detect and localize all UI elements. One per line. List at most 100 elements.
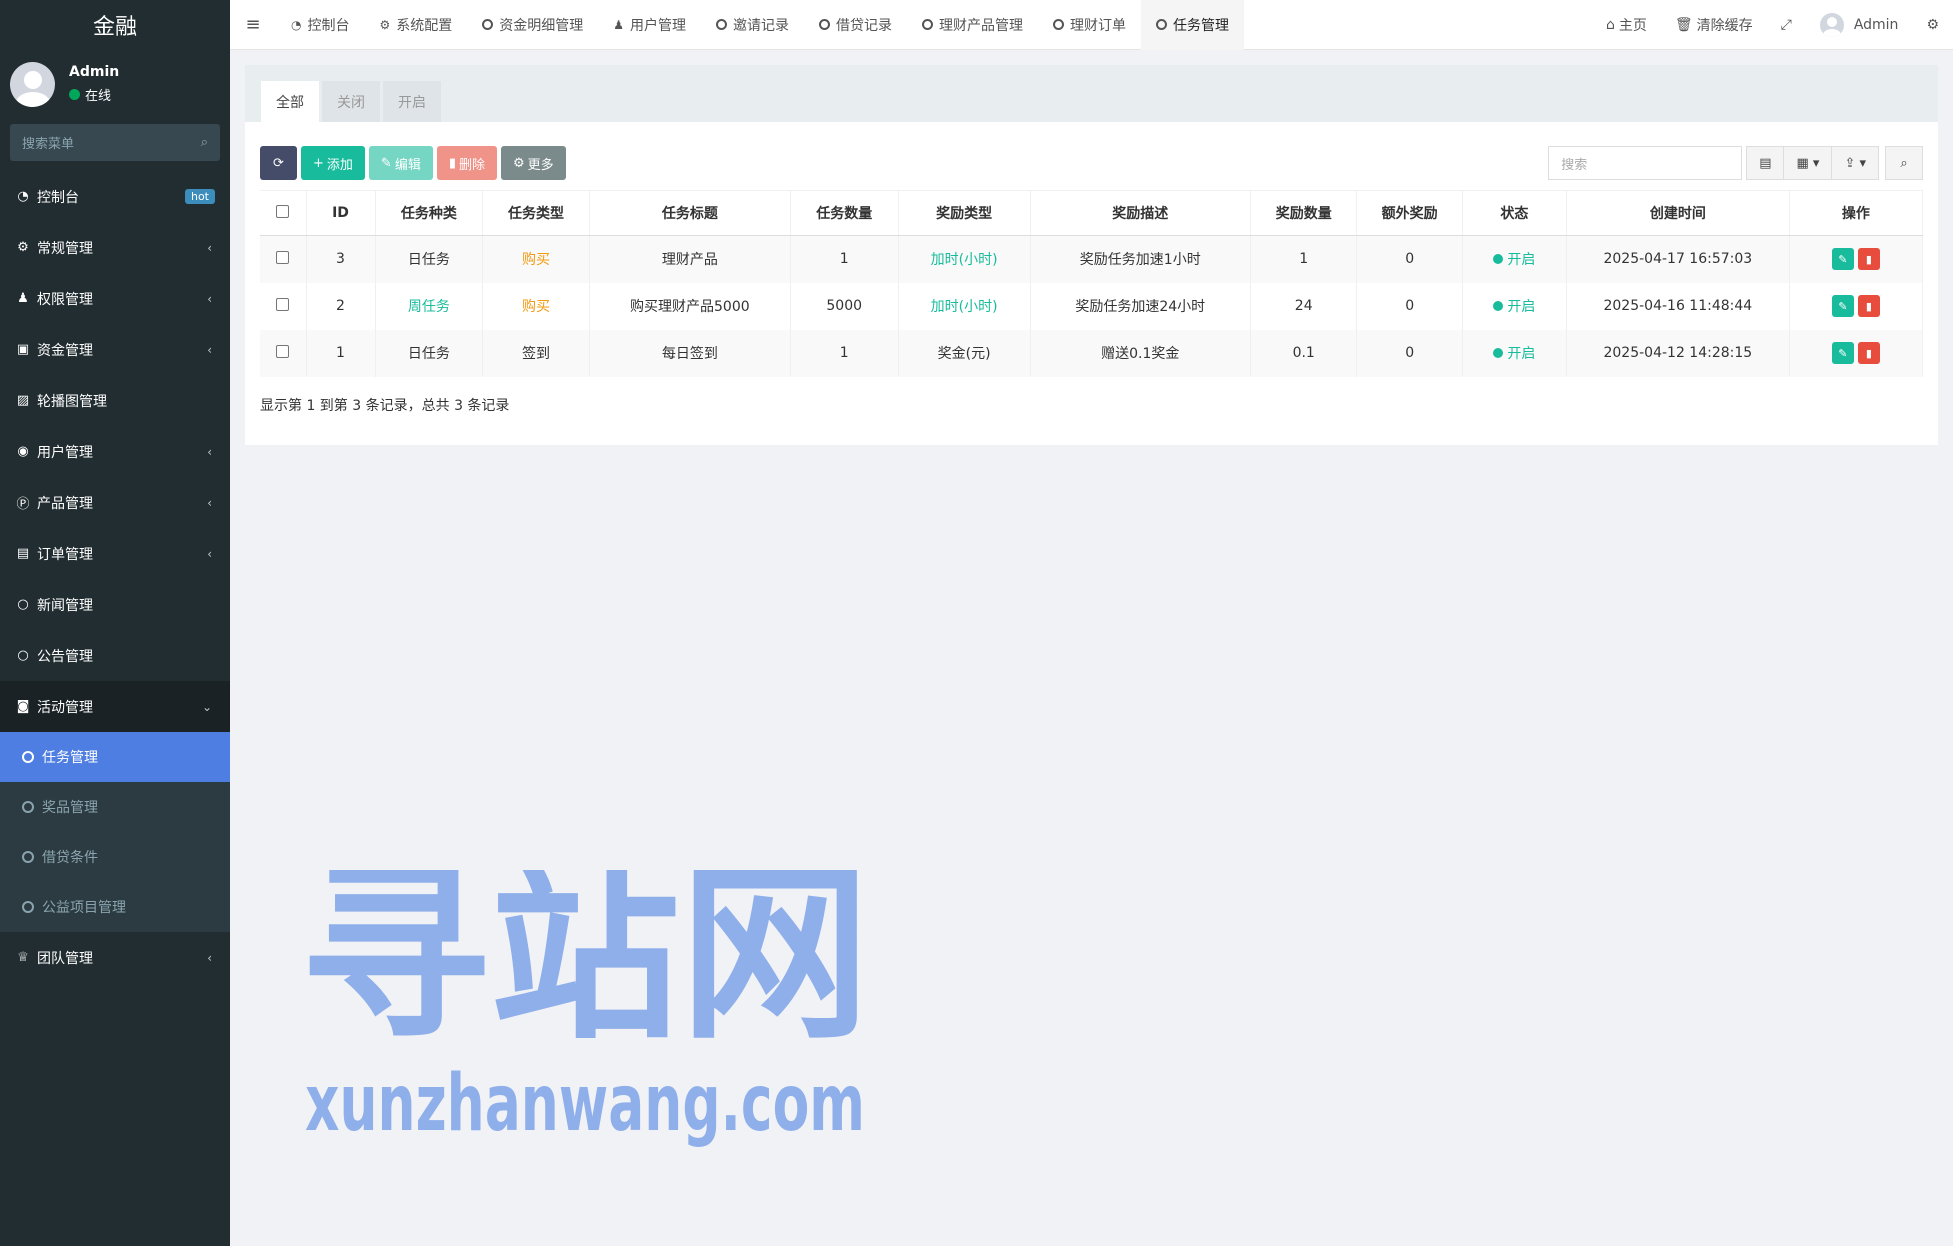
row-checkbox[interactable] — [260, 282, 307, 330]
sidebar-item-banner[interactable]: ▨ 轮播图管理 — [0, 375, 230, 426]
sidebar-item-general[interactable]: ⚙ 常规管理 ‹ — [0, 222, 230, 273]
cell-actions: ✎ ▮ — [1789, 282, 1924, 330]
sidebar-item-team[interactable]: ♕ 团队管理 ‹ — [0, 932, 230, 983]
cell-created: 2025-04-17 16:57:03 — [1566, 235, 1790, 283]
tab-all[interactable]: 全部 — [261, 81, 319, 122]
delete-button[interactable]: ▮ 删除 — [436, 146, 498, 180]
tab-dashboard[interactable]: ◔ 控制台 — [276, 0, 364, 50]
export-button[interactable]: ⇪ ▾ — [1831, 146, 1879, 180]
play-circle-icon: ◙ — [16, 699, 30, 714]
columns-button[interactable]: ▦ ▾ — [1783, 146, 1833, 180]
delete-row-button[interactable]: ▮ — [1857, 248, 1880, 271]
clear-cache-button[interactable]: 🗑 清除缓存 — [1661, 15, 1767, 35]
tab-users[interactable]: ♟ 用户管理 — [598, 0, 701, 50]
checkbox[interactable] — [276, 344, 290, 358]
circle-icon — [1053, 19, 1065, 30]
cell-kind: 日任务 — [375, 235, 484, 283]
table-search-input[interactable]: 搜索 — [1548, 146, 1743, 180]
col-reward-desc[interactable]: 奖励描述 — [1030, 190, 1251, 236]
col-status[interactable]: 状态 — [1462, 190, 1567, 236]
delete-row-button[interactable]: ▮ — [1857, 295, 1880, 317]
sidebar-item-activity[interactable]: ◙ 活动管理 ⌄ — [0, 681, 230, 732]
row-checkbox[interactable] — [260, 329, 307, 377]
edit-button[interactable]: ✎ 编辑 — [368, 146, 433, 180]
status-badge[interactable]: 开启 — [1493, 296, 1535, 316]
tab-wealth-products[interactable]: 理财产品管理 — [907, 0, 1038, 50]
fullscreen-icon[interactable]: ⤢ — [1767, 17, 1806, 33]
cell-status[interactable]: 开启 — [1462, 329, 1567, 377]
tab-fund-details[interactable]: 资金明细管理 — [467, 0, 598, 50]
col-title[interactable]: 任务标题 — [589, 190, 791, 236]
col-id[interactable]: ID — [306, 190, 376, 236]
cell-extra: 0 — [1356, 282, 1463, 330]
edit-row-button[interactable]: ✎ — [1831, 342, 1854, 364]
sidebar-subitem-prizes[interactable]: 奖品管理 — [0, 782, 230, 832]
col-extra[interactable]: 额外奖励 — [1356, 190, 1463, 236]
cell-created: 2025-04-12 14:28:15 — [1566, 329, 1790, 377]
delete-row-button[interactable]: ▮ — [1857, 342, 1880, 364]
menu-toggle-icon[interactable]: ≡ — [230, 14, 276, 35]
top-navbar: ≡ ◔ 控制台 ⚙ 系统配置 资金明细管理 ♟ 用户管理 邀请记录 借贷记录 理财产品… — [230, 0, 1953, 50]
edit-row-button[interactable]: ✎ — [1831, 248, 1854, 271]
tab-wealth-orders[interactable]: 理财订单 — [1038, 0, 1141, 50]
add-button[interactable]: + 添加 — [301, 146, 365, 180]
toggle-view-button[interactable]: ▤ — [1746, 146, 1785, 180]
select-all-checkbox[interactable] — [260, 190, 307, 236]
cell-title: 理财产品 — [589, 235, 791, 283]
col-created[interactable]: 创建时间 — [1566, 190, 1790, 236]
table-row[interactable]: 3 日任务 购买 理财产品 1 加时(小时) 奖励任务加速1小时 1 0 开启 … — [260, 235, 1924, 283]
sidebar-item-products[interactable]: Ⓟ 产品管理 ‹ — [0, 477, 230, 528]
sidebar-subitem-loan-conditions[interactable]: 借贷条件 — [0, 832, 230, 882]
trophy-icon: ♕ — [17, 950, 29, 965]
col-reward-count[interactable]: 奖励数量 — [1250, 190, 1358, 236]
user-icon: ♟ — [613, 17, 625, 32]
tab-tasks[interactable]: 任务管理 — [1141, 0, 1245, 50]
sidebar-item-dashboard[interactable]: ◔ 控制台 hot — [0, 171, 230, 222]
table-row[interactable]: 2 周任务 购买 购买理财产品5000 5000 加时(小时) 奖励任务加速24… — [260, 282, 1924, 330]
col-reward-type[interactable]: 奖励类型 — [898, 190, 1031, 236]
sidebar-item-label: 新闻管理 — [37, 597, 93, 614]
tab-open[interactable]: 开启 — [383, 81, 441, 122]
col-kind[interactable]: 任务种类 — [375, 190, 484, 236]
more-label: 更多 — [527, 157, 554, 173]
search-icon[interactable]: ⌕ — [201, 135, 208, 150]
admin-menu[interactable]: Admin — [1806, 12, 1913, 37]
plus-icon: + — [313, 155, 324, 171]
sidebar-subitem-tasks[interactable]: 任务管理 — [0, 732, 230, 782]
sidebar-item-label: 轮播图管理 — [37, 393, 107, 410]
status-badge[interactable]: 开启 — [1493, 249, 1535, 269]
tab-loans[interactable]: 借贷记录 — [804, 0, 907, 50]
user-name: Admin — [69, 64, 120, 80]
tab-system-config[interactable]: ⚙ 系统配置 — [364, 0, 467, 50]
brand-logo[interactable]: 金融 — [0, 0, 230, 50]
table-row[interactable]: 1 日任务 签到 每日签到 1 奖金(元) 赠送0.1奖金 0.1 0 开启 2… — [260, 329, 1924, 377]
more-button[interactable]: ⚙ 更多 — [501, 146, 566, 180]
col-type[interactable]: 任务类型 — [482, 190, 590, 236]
tab-label: 资金明细管理 — [499, 17, 584, 34]
sidebar-item-notice[interactable]: ○ 公告管理 — [0, 630, 230, 681]
cell-actions: ✎ ▮ — [1789, 235, 1924, 283]
cell-status[interactable]: 开启 — [1462, 235, 1567, 283]
col-count[interactable]: 任务数量 — [790, 190, 899, 236]
sidebar-item-users[interactable]: ◉ 用户管理 ‹ — [0, 426, 230, 477]
edit-row-button[interactable]: ✎ — [1831, 295, 1854, 317]
sidebar-item-funds[interactable]: ▣ 资金管理 ‹ — [0, 324, 230, 375]
status-badge[interactable]: 开启 — [1493, 343, 1535, 363]
sidebar-item-orders[interactable]: ▤ 订单管理 ‹ — [0, 528, 230, 579]
tab-closed[interactable]: 关闭 — [322, 81, 380, 122]
refresh-button[interactable]: ⟳ — [260, 146, 297, 180]
home-link[interactable]: ⌂ 主页 — [1592, 15, 1661, 35]
cell-status[interactable]: 开启 — [1462, 282, 1567, 330]
sidebar-subitem-charity[interactable]: 公益项目管理 — [0, 882, 230, 932]
advanced-search-button[interactable]: ⌕ — [1885, 146, 1923, 180]
cell-extra: 0 — [1356, 235, 1463, 283]
row-checkbox[interactable] — [260, 235, 307, 283]
sidebar-item-auth[interactable]: ♟ 权限管理 ‹ — [0, 273, 230, 324]
checkbox[interactable] — [276, 297, 290, 311]
tab-invites[interactable]: 邀请记录 — [701, 0, 804, 50]
checkbox[interactable] — [276, 250, 290, 264]
sidebar-item-news[interactable]: ○ 新闻管理 — [0, 579, 230, 630]
checkbox[interactable] — [276, 204, 290, 218]
settings-cogs-icon[interactable]: ⚙ — [1912, 17, 1953, 33]
menu-search-input[interactable]: 搜索菜单 ⌕ — [10, 124, 220, 161]
